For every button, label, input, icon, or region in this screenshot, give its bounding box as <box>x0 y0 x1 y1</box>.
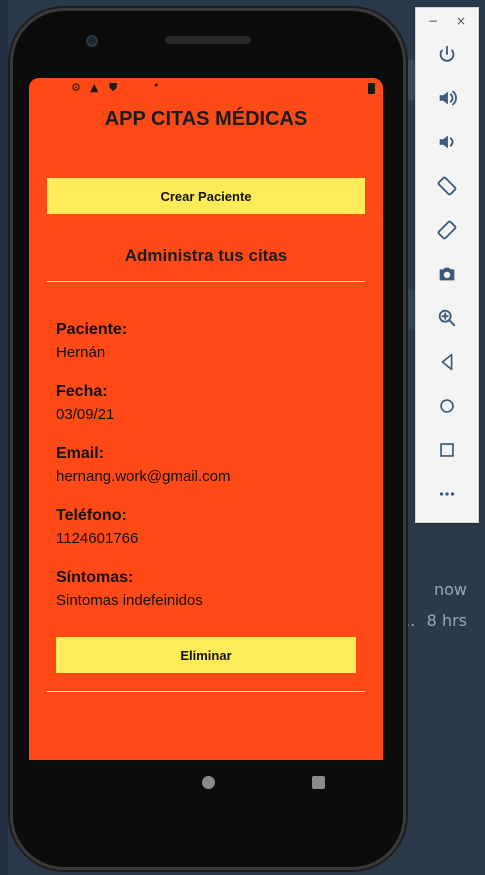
rotate-right-icon[interactable] <box>432 215 462 245</box>
shield-icon: ⛊ <box>109 81 118 94</box>
power-icon[interactable] <box>432 40 462 70</box>
overview-icon[interactable] <box>432 435 462 465</box>
emulator-toolbar: − × <box>415 7 479 523</box>
symptoms-label: Síntomas: <box>56 569 134 586</box>
back-icon[interactable] <box>432 347 462 377</box>
date-value: 03/09/21 <box>56 406 115 423</box>
status-bar: ⚙ ▲ ⛊ • <box>29 78 383 98</box>
android-nav-bar <box>29 760 383 820</box>
phone-label: Teléfono: <box>56 507 127 524</box>
patient-label: Paciente: <box>56 321 128 338</box>
create-patient-button[interactable]: Crear Paciente <box>47 178 365 214</box>
patient-value: Hernán <box>56 344 106 361</box>
divider <box>47 691 365 692</box>
notification-ellipsis: .. <box>405 611 416 630</box>
phone-frame: ⚙ ▲ ⛊ • APP CITAS MÉDICAS Crear Paciente… <box>10 8 406 870</box>
app-notification-icon: ▲ <box>90 81 99 94</box>
camera-icon[interactable] <box>432 259 462 289</box>
minimize-icon[interactable]: − <box>428 14 438 28</box>
close-icon[interactable]: × <box>456 14 466 28</box>
dot-icon: • <box>153 79 160 92</box>
notification-time-8hrs: 8 hrs <box>426 611 467 630</box>
desktop-strip <box>405 60 415 100</box>
section-title: Administra tus citas <box>124 246 288 265</box>
home-icon[interactable] <box>432 391 462 421</box>
desktop-strip <box>405 290 415 330</box>
earpiece-speaker <box>165 36 251 44</box>
volume-up-icon[interactable] <box>432 83 462 113</box>
rotate-left-icon[interactable] <box>432 171 462 201</box>
symptoms-value: Sintomas indefeinidos <box>56 592 203 609</box>
desktop-left-edge <box>0 0 8 875</box>
delete-appointment-button[interactable]: Eliminar <box>56 637 356 673</box>
recent-apps-icon[interactable] <box>312 776 325 789</box>
app-title: APP CITAS MÉDICAS <box>104 108 308 130</box>
volume-down-icon[interactable] <box>432 127 462 157</box>
divider <box>47 281 365 282</box>
settings-icon: ⚙ <box>71 81 81 94</box>
home-icon[interactable] <box>202 776 215 789</box>
more-icon[interactable] <box>432 479 462 509</box>
date-label: Fecha: <box>56 383 108 400</box>
app-screen: ⚙ ▲ ⛊ • APP CITAS MÉDICAS Crear Paciente… <box>29 78 383 760</box>
email-label: Email: <box>56 445 105 462</box>
zoom-icon[interactable] <box>432 303 462 333</box>
front-camera <box>86 35 98 47</box>
phone-value: 1124601766 <box>56 530 139 547</box>
email-value: hernang.work@gmail.com <box>56 468 231 485</box>
battery-icon <box>368 83 375 94</box>
notification-time-now: now <box>433 580 467 599</box>
